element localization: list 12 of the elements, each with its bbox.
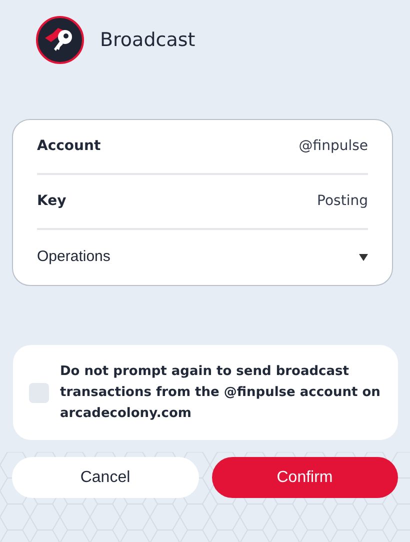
- operations-dropdown[interactable]: Operations: [37, 246, 110, 269]
- field-value: @finpulse: [298, 137, 368, 156]
- field-label: Key: [37, 192, 66, 211]
- checkbox[interactable]: [29, 382, 49, 402]
- confirm-button[interactable]: Confirm: [212, 457, 398, 498]
- caret-down-icon[interactable]: [359, 254, 368, 261]
- field-label: Account: [37, 137, 101, 156]
- key-logo-icon: [36, 16, 84, 64]
- cancel-button[interactable]: Cancel: [12, 457, 198, 498]
- page-title: Broadcast: [100, 28, 196, 53]
- consent-text: Do not prompt again to send broadcast transactions from the @finpulse account on arcadecolony.com: [60, 363, 382, 423]
- field-value: Posting: [317, 192, 368, 211]
